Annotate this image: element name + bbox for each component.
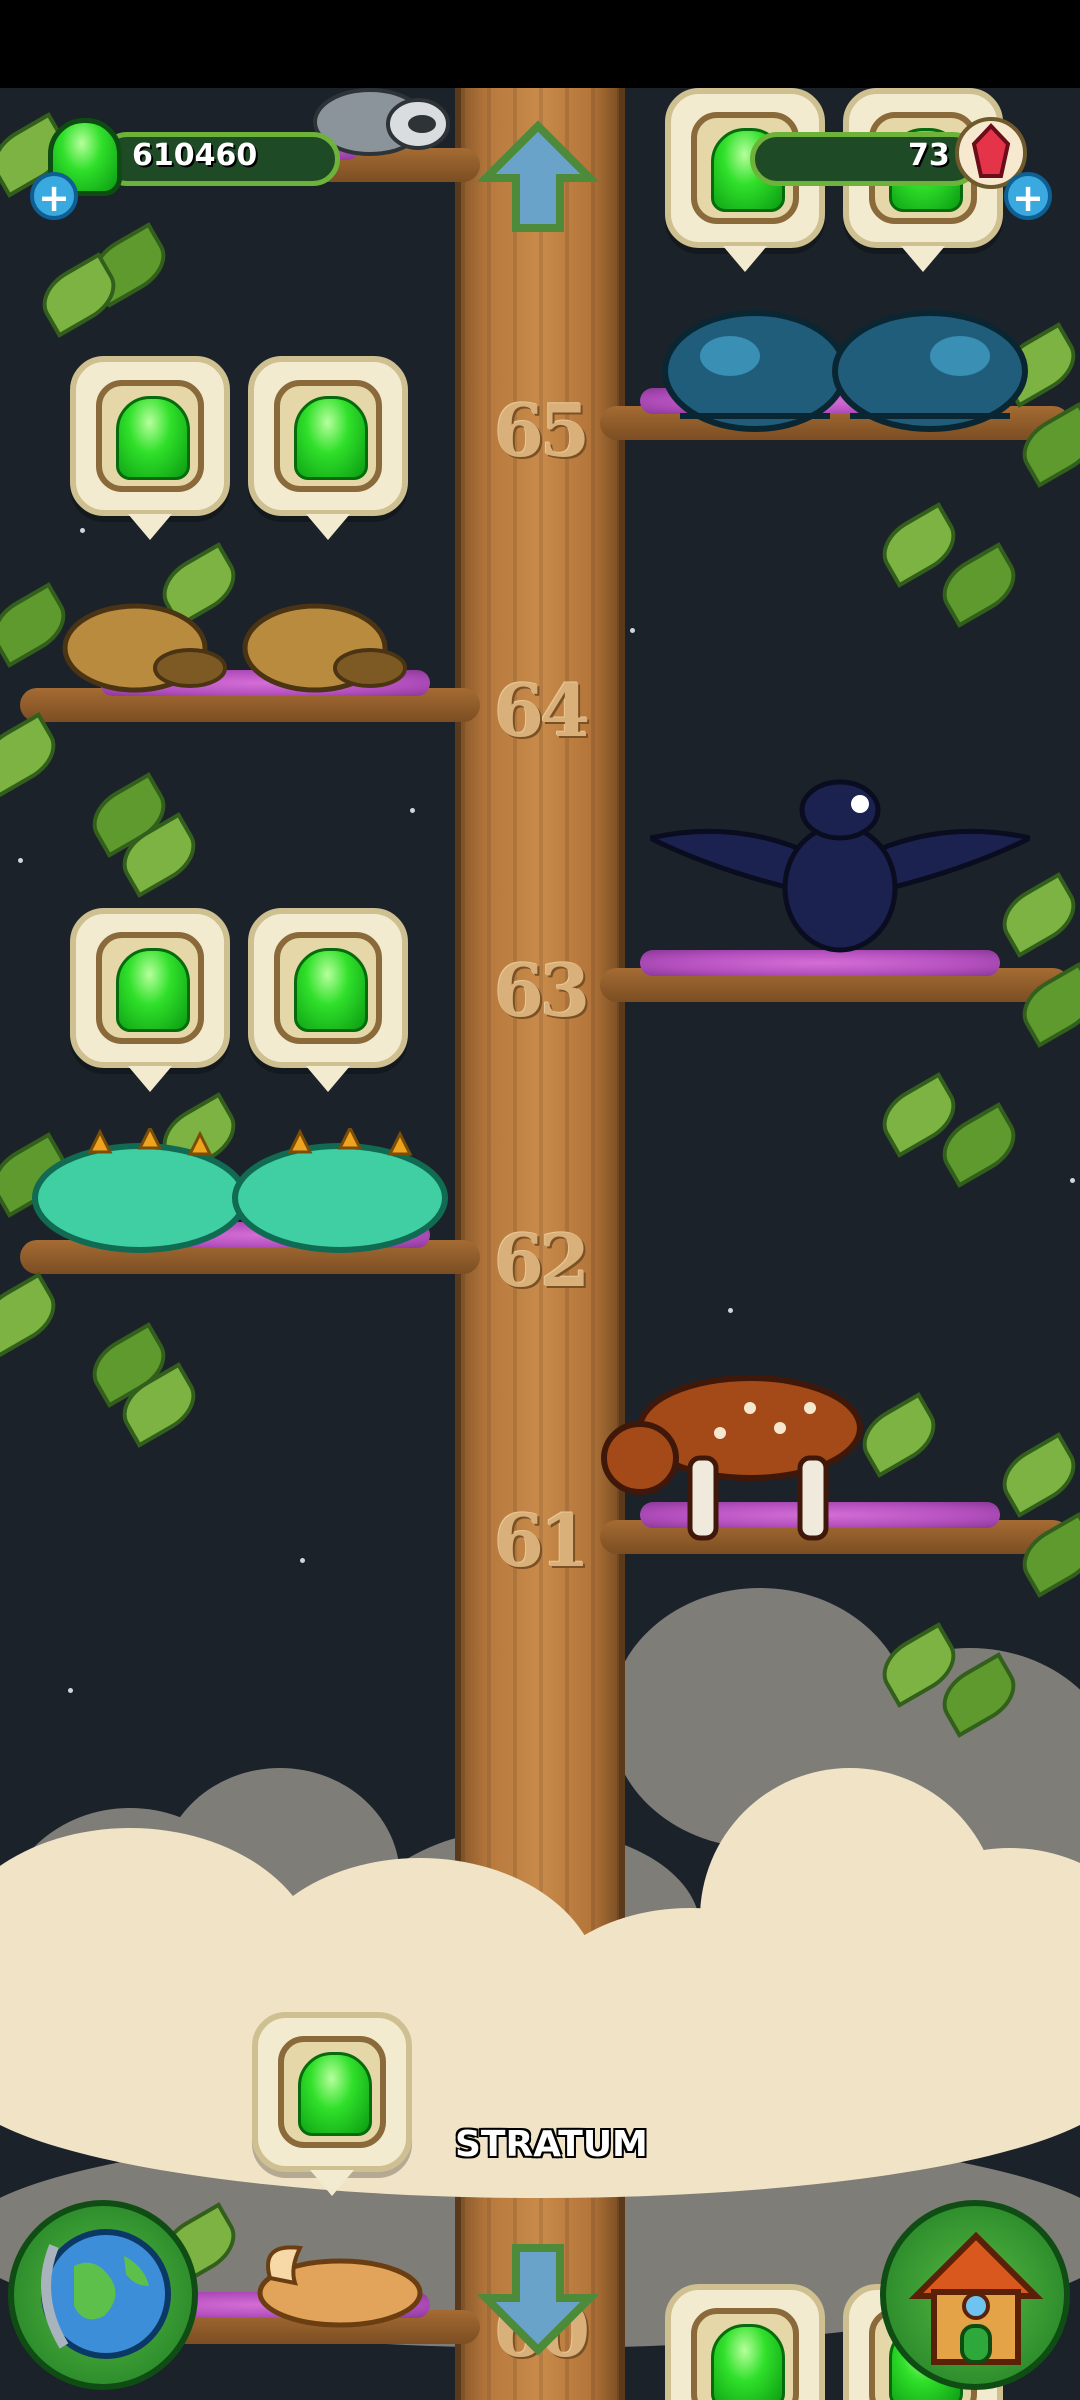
house-icon xyxy=(908,2231,1044,2365)
animal-blue-beetle[interactable] xyxy=(660,306,1040,436)
star xyxy=(1070,1178,1075,1183)
world-map-button[interactable] xyxy=(8,2200,198,2390)
level-number: 65 xyxy=(493,388,590,473)
level-number: 62 xyxy=(493,1218,590,1303)
globe-icon xyxy=(41,2229,171,2359)
food-bubble[interactable] xyxy=(252,2012,412,2196)
green-jelly-icon xyxy=(116,396,190,480)
animal-crow[interactable] xyxy=(642,778,1038,958)
star xyxy=(300,1558,305,1563)
up-arrow-icon xyxy=(476,120,600,232)
food-bubble[interactable] xyxy=(665,2284,825,2400)
animal-brown-cub[interactable] xyxy=(50,588,410,698)
star xyxy=(80,528,85,533)
scroll-down-button[interactable] xyxy=(476,2238,600,2358)
add-food-button[interactable]: + xyxy=(30,172,78,220)
gem-counter-value: 73 xyxy=(908,138,950,173)
star xyxy=(410,808,415,813)
zone-label: STRATUM xyxy=(455,2124,648,2165)
status-bar xyxy=(0,0,1080,88)
animal-teal-lizard[interactable] xyxy=(30,1124,450,1258)
scroll-up-button[interactable] xyxy=(476,118,600,238)
green-jelly-icon xyxy=(294,948,368,1032)
star xyxy=(728,1308,733,1313)
food-counter-value: 610460 xyxy=(132,138,258,173)
animal-sleeping-fox[interactable] xyxy=(250,2238,430,2328)
star xyxy=(630,628,635,633)
food-bubble[interactable] xyxy=(70,908,230,1092)
star xyxy=(68,1688,73,1693)
food-bubble[interactable] xyxy=(248,356,408,540)
food-bubble[interactable] xyxy=(70,356,230,540)
green-jelly-icon xyxy=(294,396,368,480)
green-jelly-icon xyxy=(711,2324,785,2400)
animal-spotted-horse[interactable] xyxy=(600,1358,880,1548)
home-button[interactable] xyxy=(880,2200,1070,2390)
green-jelly-icon xyxy=(116,948,190,1032)
star xyxy=(18,858,23,863)
green-jelly-icon xyxy=(298,2052,372,2136)
game-scene[interactable]: 65 64 63 62 61 60 xyxy=(0,88,1080,2400)
add-gems-button[interactable]: + xyxy=(1004,172,1052,220)
level-number: 63 xyxy=(493,948,590,1033)
level-number: 64 xyxy=(493,668,590,753)
food-bubble[interactable] xyxy=(248,908,408,1092)
leaf xyxy=(0,712,67,798)
down-arrow-icon xyxy=(476,2244,600,2356)
leaf xyxy=(991,1432,1080,1518)
leaf xyxy=(0,1272,67,1358)
